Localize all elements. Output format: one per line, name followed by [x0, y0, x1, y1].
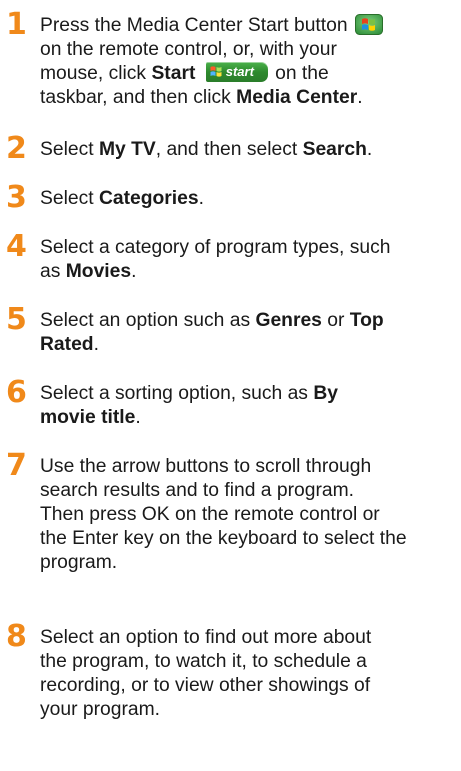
step-number: 6	[6, 375, 27, 410]
step-text: Select Categories.	[40, 188, 204, 209]
step-number: 5	[6, 302, 27, 337]
step-text: Select a sorting option, such as By movi…	[40, 383, 338, 428]
step-text: Select a category of program types, such…	[40, 237, 391, 282]
start-button-icon: start	[205, 62, 268, 82]
step-text: Press the Media Center Start button on t…	[40, 14, 458, 110]
step-number: 7	[6, 448, 27, 483]
step-number: 2	[6, 131, 27, 166]
step-number: 3	[6, 180, 27, 215]
step-text: Use the arrow buttons to scroll through …	[40, 456, 407, 573]
windows-logo-icon	[354, 14, 383, 35]
step-number: 8	[6, 619, 27, 654]
step-text: Select My TV, and then select Search.	[40, 139, 373, 160]
step-text: Select an option to find out more about …	[40, 627, 372, 720]
step-number: 4	[6, 229, 27, 264]
step-text: Select an option such as Genres or Top R…	[40, 310, 384, 355]
step-number: 1	[6, 7, 27, 42]
